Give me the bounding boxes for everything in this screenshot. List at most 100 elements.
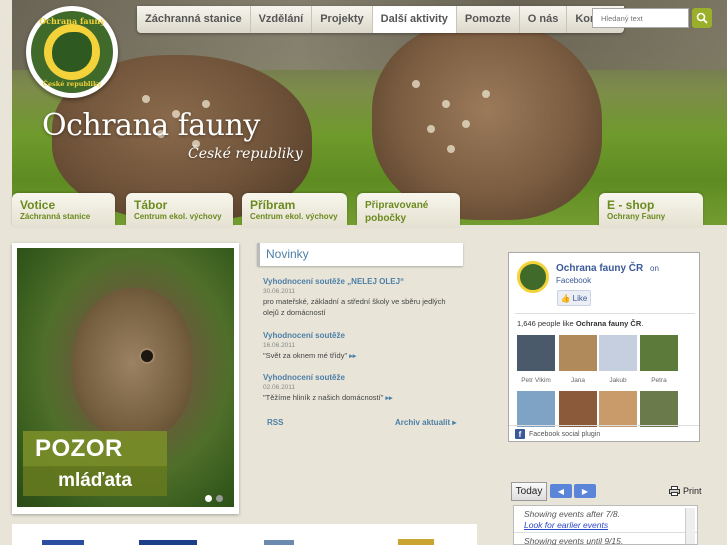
showing-after-text: Showing events after 7/8. [524,509,620,519]
hare-eye [139,348,155,364]
thumbs-up-icon: 👍 [560,293,571,303]
fb-page-avatar[interactable] [517,261,549,293]
fb-like-button[interactable]: 👍 Like [557,290,591,306]
fan-name[interactable]: Petr Vlkim [517,377,555,384]
fan-name[interactable]: Petra [640,377,678,384]
hare-shape [72,288,192,438]
nav-item-projekty[interactable]: Projekty [312,6,373,33]
tab-e-shop[interactable]: E - shop Ochrany Fauny [599,193,703,227]
fb-footer-text[interactable]: Facebook social plugin [529,431,600,438]
arrow-left-icon: ◀ [557,486,565,496]
news-headline[interactable]: Vyhodnocení soutěže [263,373,463,382]
nav-item-vzdelani[interactable]: Vzdělání [251,6,313,33]
news-text-content: "Těžíme hliník z našich domácností" [263,393,384,402]
fan-avatar[interactable] [640,335,678,371]
promo-slideshow[interactable]: POZOR mláďata [12,243,239,514]
scrollbar[interactable] [685,508,695,544]
print-button[interactable]: Print [669,486,702,496]
logo-top-text: Ochrana fauny [39,16,105,26]
today-button[interactable]: Today [511,482,547,501]
tab-subtitle: Ochrany Fauny [607,212,666,221]
nav-item-zachranna-stanice[interactable]: Záchranná stanice [137,6,251,33]
fan-avatar[interactable] [559,391,597,427]
news-item: Vyhodnocení soutěže 16.06.2011 "Svět za … [263,331,463,363]
partner-logos-bar [12,524,477,545]
next-button[interactable]: ▶ [574,484,596,498]
prev-button[interactable]: ◀ [550,484,572,498]
showing-until-text: Showing events until 9/15. [514,532,697,545]
search-button[interactable] [692,8,712,28]
tab-title: Tábor [134,198,168,212]
partner-logo[interactable] [398,539,434,545]
fb-fan-count: 1,646 people like Ochrana fauny ČR. [517,319,644,328]
partner-logo[interactable] [42,540,84,545]
news-text: pro mateřské, základní a střední školy v… [263,297,463,318]
hero-banner: Ochrana fauny České republiky [12,0,727,225]
news-title: Novinky [257,243,463,266]
slide-dot[interactable] [216,495,223,502]
hero-title: Ochrana fauny [42,108,260,143]
logo-animal-emblem [52,32,92,72]
tab-votice[interactable]: Votice Záchranná stanice [12,193,115,227]
tab-subtitle: Záchranná stanice [20,212,91,221]
nav-item-dalsi-aktivity[interactable]: Další aktivity [372,6,457,33]
news-headline[interactable]: Vyhodnocení soutěže [263,331,463,340]
arrow-right-icon: ▶ [581,486,589,496]
fan-avatar[interactable] [599,391,637,427]
fan-avatar[interactable] [599,335,637,371]
more-arrow-icon[interactable]: ▸▸ [385,395,392,402]
partner-logo[interactable] [139,540,197,545]
slide-dot-active[interactable] [205,495,212,502]
news-date: 02.06.2011 [263,384,296,391]
facebook-icon: f [515,429,525,439]
fan-avatar[interactable] [559,335,597,371]
fan-avatar[interactable] [517,391,555,427]
tab-subtitle: Centrum ekol. výchovy [134,212,222,221]
tab-pribram[interactable]: Příbram Centrum ekol. výchovy [242,193,347,227]
more-arrow-icon[interactable]: ▸▸ [349,353,356,360]
tab-subtitle: pobočky [365,213,407,224]
nav-item-o-nas[interactable]: O nás [520,6,568,33]
fan-avatar[interactable] [517,335,555,371]
news-headline[interactable]: Vyhodnocení soutěže „NELEJ OLEJ“ [263,277,463,286]
site-logo[interactable]: Ochrana fauny České republiky [26,6,118,98]
main-navigation: Záchranná stanice Vzdělání Projekty Dalš… [137,6,625,33]
tab-subtitle: Centrum ekol. výchovy [250,212,338,221]
news-text: "Svět za oknem mé třídy" ▸▸ [263,351,463,363]
fb-page-name[interactable]: Ochrana fauny ČR [556,263,643,274]
logo-bottom-text: České republiky [42,80,102,88]
news-text-content: "Svět za oknem mé třídy" [263,351,348,360]
facebook-like-box: Ochrana fauny ČR on Facebook 👍 Like 1,64… [508,252,700,442]
rss-link[interactable]: RSS [267,418,283,427]
fb-like-label: Like [572,293,588,303]
printer-icon [669,486,680,496]
fb-count-name[interactable]: Ochrana fauny ČR [576,319,641,328]
tab-pripravovane[interactable]: Připravované pobočky [357,193,460,227]
news-text-content: pro mateřské, základní a střední školy v… [263,297,446,317]
news-date: 16.06.2011 [263,342,296,349]
promo-headline: POZOR [23,431,167,467]
news-item: Vyhodnocení soutěže 02.06.2011 "Těžíme h… [263,373,463,405]
tab-title: E - shop [607,198,655,212]
fb-footer: f Facebook social plugin [509,425,699,442]
partner-logo[interactable] [264,540,294,545]
archive-link[interactable]: Archiv aktualit ▸ [395,418,456,427]
fb-count-prefix: 1,646 people like [517,319,574,328]
events-calendar: Today ◀ ▶ Print Showing events after 7/8… [508,476,702,545]
archive-link-label: Archiv aktualit [395,418,451,427]
fb-on-label: on [650,264,659,273]
tab-title: Votice [20,198,56,212]
agenda-list: Showing events after 7/8. Look for earli… [513,505,698,545]
search-input[interactable] [592,8,689,28]
fan-name[interactable]: Jakub [599,377,637,384]
news-date: 30.06.2011 [263,288,296,295]
nav-item-pomozte[interactable]: Pomozte [457,6,520,33]
tab-tabor[interactable]: Tábor Centrum ekol. výchovy [126,193,233,227]
fan-name[interactable]: Jana [559,377,597,384]
fan-avatar[interactable] [640,391,678,427]
fawn-image-right [372,20,602,220]
tab-title: Připravované [365,200,429,211]
earlier-events-link[interactable]: Look for earlier events [514,519,697,530]
chevron-right-icon: ▸ [452,418,457,427]
fb-network-link[interactable]: Facebook [556,276,591,285]
